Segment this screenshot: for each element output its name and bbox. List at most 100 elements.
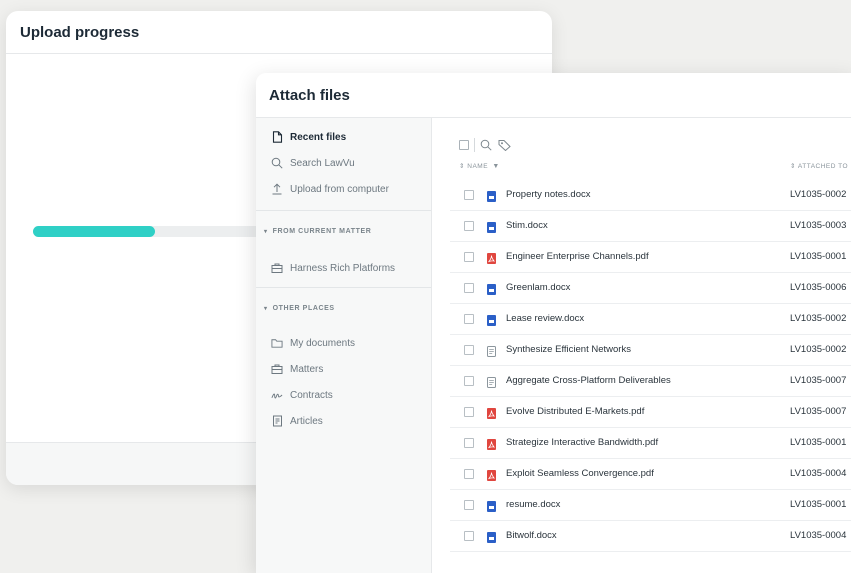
sidebar-item-matters[interactable]: Matters [256, 356, 431, 382]
upload-progress-bar [33, 226, 273, 237]
file-row[interactable]: Strategize Interactive Bandwidth.pdf LV10… [450, 427, 851, 459]
sidebar-item-articles[interactable]: Articles [256, 408, 431, 434]
briefcase-icon [271, 262, 283, 274]
pdf-file-icon [487, 468, 496, 481]
row-checkbox[interactable] [464, 251, 474, 262]
file-name: Stim.docx [506, 220, 548, 231]
file-row[interactable]: Stim.docx LV1035-0003 [450, 210, 851, 242]
row-checkbox[interactable] [464, 313, 474, 324]
word-file-icon [487, 530, 496, 543]
file-name: Engineer Enterprise Channels.pdf [506, 251, 649, 262]
row-checkbox[interactable] [464, 530, 474, 541]
file-row[interactable]: resume.docx LV1035-0001 [450, 489, 851, 521]
row-checkbox[interactable] [464, 375, 474, 386]
sidebar-item-label: Recent files [290, 131, 347, 143]
file-list-panel: ⇕ NAME ▼ ⇕ ATTACHED TO Property notes.do… [432, 118, 851, 573]
attached-to-cell: LV1035-0001 [790, 251, 847, 262]
sidebar-item-harness-rich-platforms[interactable]: Harness Rich Platforms [256, 255, 431, 281]
file-list-toolbar [459, 137, 511, 153]
file-row[interactable]: Aggregate Cross-Platform Deliverables LV1… [450, 365, 851, 397]
article-icon [271, 415, 283, 427]
toolbar-divider [474, 138, 475, 152]
file-name: Bitwolf.docx [506, 530, 557, 541]
row-checkbox[interactable] [464, 344, 474, 355]
sidebar-item-contracts[interactable]: Contracts [256, 382, 431, 408]
section-title: FROM CURRENT MATTER [272, 227, 372, 235]
column-header-label: ⇕ NAME [459, 163, 489, 170]
word-file-icon [487, 499, 496, 512]
file-name: Evolve Distributed E-Markets.pdf [506, 406, 645, 417]
file-name: Property notes.docx [506, 189, 591, 200]
sidebar-item-label: Upload from computer [290, 183, 389, 195]
attached-to-cell: LV1035-0003 [790, 220, 847, 231]
attach-files-title: Attach files [256, 73, 851, 118]
file-row[interactable]: Exploit Seamless Convergence.pdf LV1035-0… [450, 458, 851, 490]
upload-progress-title: Upload progress [6, 11, 552, 54]
row-checkbox[interactable] [464, 499, 474, 510]
chevron-down-icon: ▾ [264, 305, 268, 312]
file-row[interactable]: Synthesize Efficient Networks LV1035-0002 [450, 334, 851, 366]
file-name: Aggregate Cross-Platform Deliverables [506, 375, 671, 386]
sidebar-item-label: Harness Rich Platforms [290, 262, 396, 274]
file-name: resume.docx [506, 499, 561, 510]
sidebar-item-label: My documents [290, 337, 356, 349]
file-row[interactable]: Property notes.docx LV1035-0002 [450, 179, 851, 211]
file-row[interactable]: Engineer Enterprise Channels.pdf LV1035-0… [450, 241, 851, 273]
word-file-icon [487, 220, 496, 233]
sidebar-item-search-lawvu[interactable]: Search LawVu [256, 150, 431, 176]
attached-to-cell: LV1035-0001 [790, 437, 847, 448]
briefcase-icon [271, 363, 283, 375]
sidebar-item-label: Search LawVu [290, 157, 355, 169]
attached-to-cell: LV1035-0007 [790, 375, 847, 386]
row-checkbox[interactable] [464, 437, 474, 448]
file-name: Synthesize Efficient Networks [506, 344, 631, 355]
row-checkbox[interactable] [464, 220, 474, 231]
section-title: OTHER PLACES [272, 304, 335, 312]
row-checkbox[interactable] [464, 468, 474, 479]
file-row[interactable]: Evolve Distributed E-Markets.pdf LV1035-0… [450, 396, 851, 428]
article-icon [487, 375, 496, 388]
attached-to-cell: LV1035-0006 [790, 282, 847, 293]
section-other-places[interactable]: ▾ OTHER PLACES [256, 288, 431, 328]
filter-icon[interactable]: ▼ [492, 163, 499, 170]
column-header-name[interactable]: ⇕ NAME ▼ [459, 162, 500, 170]
tag-icon[interactable] [498, 139, 511, 151]
file-name: Exploit Seamless Convergence.pdf [506, 468, 654, 479]
attached-to-cell: LV1035-0002 [790, 189, 847, 200]
file-row[interactable]: Greenlam.docx LV1035-0006 [450, 272, 851, 304]
word-file-icon [487, 189, 496, 202]
article-icon [487, 344, 496, 357]
select-all-checkbox[interactable] [459, 140, 469, 150]
attached-to-cell: LV1035-0007 [790, 406, 847, 417]
attached-to-cell: LV1035-0004 [790, 530, 847, 541]
signature-icon [271, 389, 283, 401]
word-file-icon [487, 282, 496, 295]
file-icon [271, 131, 283, 143]
file-name: Greenlam.docx [506, 282, 571, 293]
sidebar-item-upload-from-computer[interactable]: Upload from computer [256, 176, 431, 202]
sidebar-item-label: Matters [290, 363, 324, 375]
file-row[interactable]: Bitwolf.docx LV1035-0004 [450, 520, 851, 552]
column-header-attached-to[interactable]: ⇕ ATTACHED TO [790, 162, 848, 170]
attached-to-cell: LV1035-0001 [790, 499, 847, 510]
pdf-file-icon [487, 251, 496, 264]
search-icon [271, 157, 283, 169]
chevron-down-icon: ▾ [264, 228, 268, 235]
pdf-file-icon [487, 406, 496, 419]
row-checkbox[interactable] [464, 406, 474, 417]
attach-files-sidebar: Recent files Search LawVu Upload from co… [256, 118, 432, 573]
attached-to-cell: LV1035-0004 [790, 468, 847, 479]
sidebar-item-my-documents[interactable]: My documents [256, 330, 431, 356]
sidebar-item-label: Contracts [290, 389, 333, 401]
attached-to-cell: LV1035-0002 [790, 344, 847, 355]
row-checkbox[interactable] [464, 282, 474, 293]
search-icon[interactable] [480, 139, 492, 151]
section-from-current-matter[interactable]: ▾ FROM CURRENT MATTER [256, 211, 431, 251]
row-checkbox[interactable] [464, 189, 474, 200]
file-name: Lease review.docx [506, 313, 585, 324]
sidebar-item-label: Articles [290, 415, 323, 427]
sidebar-item-recent-files[interactable]: Recent files [256, 124, 431, 150]
file-row[interactable]: Lease review.docx LV1035-0002 [450, 303, 851, 335]
attach-files-dialog: Attach files Recent files Search LawVu U… [256, 73, 851, 573]
folder-icon [271, 337, 283, 349]
